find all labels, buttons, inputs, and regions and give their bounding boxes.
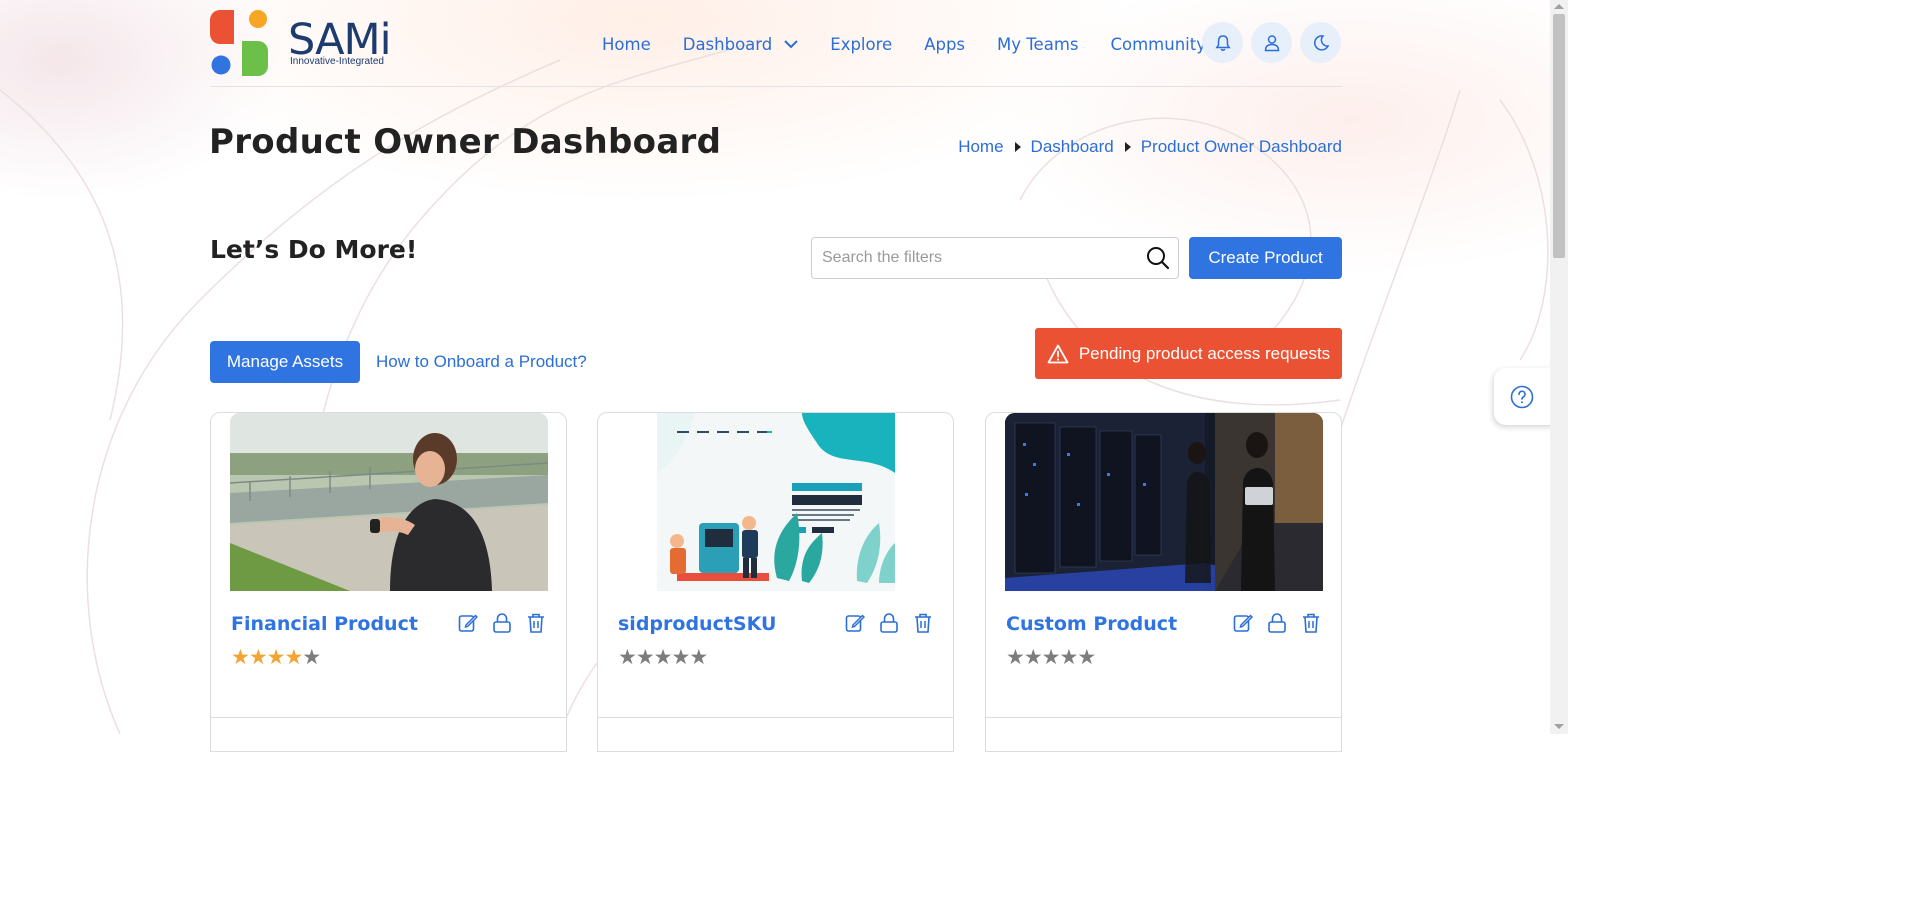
card-actions [1219,612,1321,634]
nav-dashboard[interactable]: Dashboard [683,35,799,54]
product-image[interactable] [230,413,548,591]
main-nav: Home Dashboard Explore Apps My Teams Com… [602,30,1264,58]
theme-toggle-button[interactable] [1300,22,1341,63]
caret-right-icon [1124,142,1131,152]
lock-icon[interactable] [879,612,899,634]
lock-icon[interactable] [492,612,512,634]
product-image[interactable] [617,413,935,591]
star-empty-icon[interactable]: ★ [618,646,637,669]
edit-icon[interactable] [845,612,866,634]
nav-community-label: Community [1110,34,1206,54]
breadcrumb-dashboard[interactable]: Dashboard [1031,137,1114,157]
star-empty-icon[interactable]: ★ [1006,646,1025,669]
warning-icon [1047,344,1069,363]
nav-explore[interactable]: Explore [830,35,892,54]
star-rating[interactable]: ★★★★★ [231,645,321,670]
search-input[interactable] [812,238,1132,278]
moon-icon [1313,34,1329,51]
star-empty-icon[interactable]: ★ [689,646,708,669]
star-empty-icon[interactable]: ★ [1042,646,1061,669]
star-rating[interactable]: ★★★★★ [618,645,708,670]
edit-icon[interactable] [458,612,479,634]
notifications-button[interactable] [1202,22,1243,63]
card-divider [598,717,953,718]
trash-icon[interactable] [1301,612,1321,634]
product-card[interactable]: sidproductSKU ★★★★★ [597,412,954,752]
search-icon[interactable] [1146,246,1170,270]
edit-icon[interactable] [1233,612,1254,634]
card-actions [831,612,933,634]
bell-icon [1214,34,1231,51]
product-card[interactable]: Custom Product ★★★★★ [985,412,1342,752]
product-title[interactable]: sidproductSKU [618,613,776,635]
breadcrumb: Home Dashboard Product Owner Dashboard [958,137,1342,157]
card-divider [211,717,566,718]
product-title[interactable]: Financial Product [231,613,418,635]
page-scrollbar[interactable] [1550,0,1568,734]
trash-icon[interactable] [526,612,546,634]
product-title[interactable]: Custom Product [1006,613,1177,635]
scroll-up-icon[interactable] [1554,4,1564,9]
star-empty-icon[interactable]: ★ [671,646,690,669]
top-header: SAMi Innovative-Integrated Home Dashboar… [210,0,1342,87]
star-filled-icon[interactable]: ★ [267,646,286,669]
brand-logo[interactable]: SAMi Innovative-Integrated [210,10,400,78]
search-box [811,237,1179,279]
user-icon [1264,34,1279,51]
nav-home-label: Home [602,34,651,54]
question-circle-icon [1510,385,1534,408]
nav-my-teams[interactable]: My Teams [997,35,1078,54]
product-card[interactable]: Financial Product ★★★★★ [210,412,567,752]
nav-explore-label: Explore [830,34,893,54]
card-actions [444,612,546,634]
star-filled-icon[interactable]: ★ [231,646,250,669]
lock-icon[interactable] [1267,612,1287,634]
manage-assets-button[interactable]: Manage Assets [210,341,360,383]
trash-icon[interactable] [913,612,933,634]
profile-button[interactable] [1251,22,1292,63]
onboard-product-link[interactable]: How to Onboard a Product? [376,352,587,372]
logo-mark-icon [210,10,268,76]
brand-tagline: Innovative-Integrated [290,56,384,67]
breadcrumb-home[interactable]: Home [958,137,1003,157]
product-image[interactable] [1005,413,1323,591]
breadcrumb-current[interactable]: Product Owner Dashboard [1141,137,1342,157]
nav-apps[interactable]: Apps [924,35,965,54]
star-empty-icon[interactable]: ★ [302,646,321,669]
card-divider [986,717,1341,718]
page-title: Product Owner Dashboard [209,122,722,162]
star-rating[interactable]: ★★★★★ [1006,645,1096,670]
help-button[interactable] [1494,368,1554,425]
nav-my-teams-label: My Teams [997,34,1079,54]
star-empty-icon[interactable]: ★ [1077,646,1096,669]
star-empty-icon[interactable]: ★ [1024,646,1043,669]
star-filled-icon[interactable]: ★ [249,646,268,669]
nav-apps-label: Apps [924,34,966,54]
star-empty-icon[interactable]: ★ [636,646,655,669]
pending-requests-button[interactable]: Pending product access requests [1035,328,1342,379]
caret-right-icon [1014,142,1021,152]
chevron-down-icon [784,40,798,49]
scroll-thumb[interactable] [1553,14,1565,258]
create-product-button[interactable]: Create Product [1189,237,1342,279]
star-empty-icon[interactable]: ★ [1059,646,1078,669]
star-empty-icon[interactable]: ★ [654,646,673,669]
pending-requests-label: Pending product access requests [1078,343,1331,363]
section-subtitle: Let’s Do More! [210,235,418,264]
star-filled-icon[interactable]: ★ [284,646,303,669]
nav-dashboard-label: Dashboard [682,34,773,54]
nav-home[interactable]: Home [602,35,651,54]
scroll-down-icon[interactable] [1554,724,1564,729]
